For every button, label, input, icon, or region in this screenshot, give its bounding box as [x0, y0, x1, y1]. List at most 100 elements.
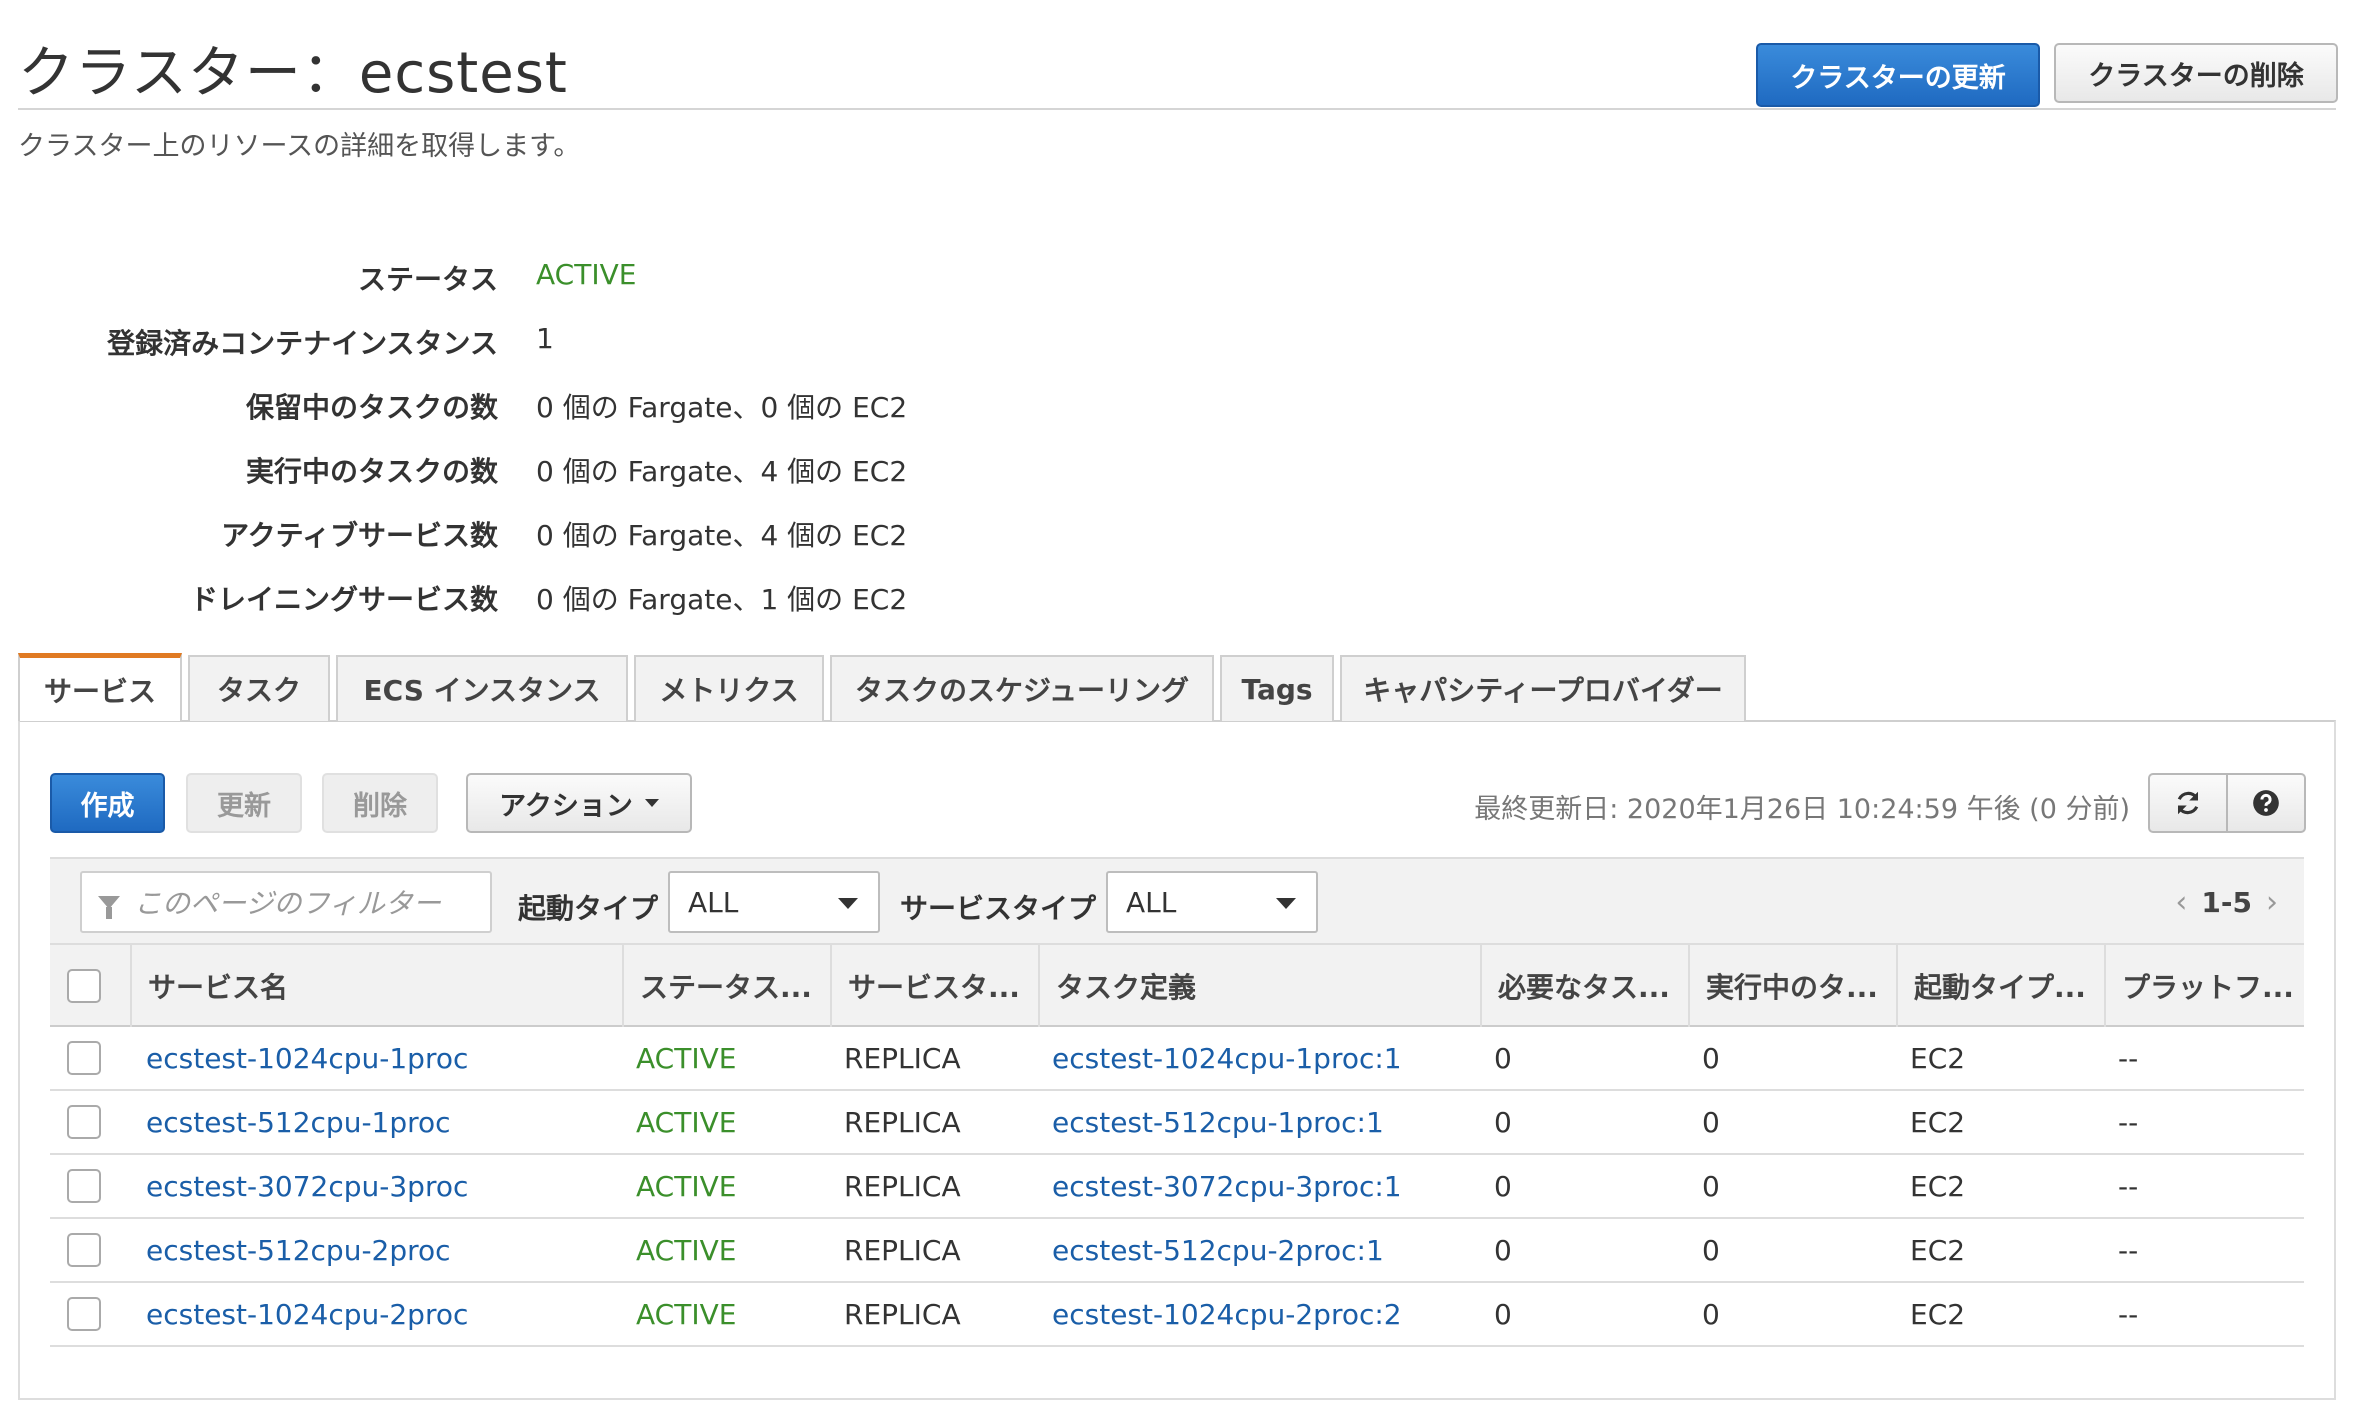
- service-name-link[interactable]: ecstest-512cpu-1proc: [146, 1091, 451, 1153]
- detail-row-instances: 登録済みコンテナインスタンス 1: [0, 322, 1200, 362]
- update-service-button[interactable]: 更新: [186, 773, 302, 833]
- running-tasks-cell: 0: [1702, 1233, 1720, 1267]
- dropdown-arrow-icon: [838, 898, 858, 909]
- filter-icon: [98, 895, 120, 919]
- detail-value: 0 個の Fargate、0 個の EC2: [536, 391, 908, 424]
- detail-row-running-tasks: 実行中のタスクの数 0 個の Fargate、4 個の EC2: [0, 450, 1200, 490]
- table-header: サービス名 ステータス... サービスタ... タスク定義 必要なタス... 実…: [50, 943, 2304, 1027]
- detail-row-pending-tasks: 保留中のタスクの数 0 個の Fargate、0 個の EC2: [0, 386, 1200, 426]
- service-type-cell: REPLICA: [844, 1169, 961, 1203]
- actions-label: アクション: [499, 790, 633, 822]
- column-header-service-name[interactable]: サービス名: [130, 945, 630, 1027]
- platform-cell: --: [2118, 1297, 2139, 1331]
- status-cell: ACTIVE: [636, 1105, 737, 1139]
- dropdown-arrow-icon: [1276, 898, 1296, 909]
- delete-cluster-button[interactable]: クラスターの削除: [2054, 43, 2338, 103]
- column-header-service-type[interactable]: サービスタ...: [830, 945, 1038, 1027]
- create-service-button[interactable]: 作成: [50, 773, 165, 833]
- row-checkbox[interactable]: [67, 1105, 101, 1139]
- task-definition-link[interactable]: ecstest-3072cpu-3proc:1: [1052, 1155, 1402, 1217]
- launch-type-select[interactable]: ALL: [668, 871, 880, 933]
- service-type-label: サービスタイプ: [900, 892, 1097, 925]
- detail-label: 保留中のタスクの数: [245, 391, 498, 424]
- service-name-link[interactable]: ecstest-3072cpu-3proc: [146, 1155, 468, 1217]
- tab-metrics[interactable]: メトリクス: [634, 655, 824, 721]
- title-divider: [18, 108, 2336, 110]
- task-definition-link[interactable]: ecstest-1024cpu-2proc:2: [1052, 1283, 1402, 1345]
- tab-services[interactable]: サービス: [18, 653, 182, 721]
- service-type-select[interactable]: ALL: [1106, 871, 1318, 933]
- service-name-link[interactable]: ecstest-1024cpu-2proc: [146, 1283, 468, 1345]
- task-definition-link[interactable]: ecstest-1024cpu-1proc:1: [1052, 1027, 1402, 1089]
- select-all-checkbox[interactable]: [67, 969, 101, 1003]
- last-updated-text: 最終更新日: 2020年1月26日 10:24:59 午後 (0 分前): [1474, 794, 2130, 825]
- page-subtitle: クラスター上のリソースの詳細を取得します。: [18, 131, 581, 162]
- row-checkbox[interactable]: [67, 1233, 101, 1267]
- table-row: ecstest-3072cpu-3proc ACTIVE REPLICA ecs…: [50, 1155, 2304, 1219]
- status-cell: ACTIVE: [636, 1169, 737, 1203]
- service-name-link[interactable]: ecstest-1024cpu-1proc: [146, 1027, 468, 1089]
- detail-label: ドレイニングサービス数: [189, 583, 498, 616]
- filter-placeholder: このページのフィルター: [134, 887, 441, 920]
- column-header-running-tasks[interactable]: 実行中のタ...: [1688, 945, 1896, 1027]
- caret-down-icon: [644, 799, 659, 807]
- service-name-link[interactable]: ecstest-512cpu-2proc: [146, 1219, 451, 1281]
- row-checkbox[interactable]: [67, 1041, 101, 1075]
- service-type-cell: REPLICA: [844, 1233, 961, 1267]
- chevron-right-icon[interactable]: ›: [2266, 885, 2278, 920]
- service-type-value: ALL: [1126, 885, 1177, 919]
- detail-label: アクティブサービス数: [221, 519, 498, 552]
- tab-capacity-providers[interactable]: キャパシティープロバイダー: [1340, 655, 1746, 721]
- tab-task-scheduling[interactable]: タスクのスケジューリング: [830, 655, 1214, 721]
- detail-row-active-services: アクティブサービス数 0 個の Fargate、4 個の EC2: [0, 514, 1200, 554]
- launch-type-value: ALL: [688, 885, 739, 919]
- tab-ecs-instances[interactable]: ECS インスタンス: [336, 655, 628, 721]
- column-header-launch-type[interactable]: 起動タイプ...: [1896, 945, 2104, 1027]
- chevron-left-icon[interactable]: ‹: [2175, 885, 2187, 920]
- column-header-status[interactable]: ステータス...: [622, 945, 830, 1027]
- detail-row-draining-services: ドレイニングサービス数 0 個の Fargate、1 個の EC2: [0, 578, 1200, 618]
- detail-value: 0 個の Fargate、4 個の EC2: [536, 519, 908, 552]
- tab-tasks[interactable]: タスク: [188, 655, 330, 721]
- status-cell: ACTIVE: [636, 1041, 737, 1075]
- reload-button[interactable]: [2148, 773, 2228, 833]
- detail-value: 1: [536, 322, 554, 355]
- status-cell: ACTIVE: [636, 1297, 737, 1331]
- filter-input[interactable]: このページのフィルター: [80, 871, 492, 933]
- filter-bar: このページのフィルター 起動タイプ ALL サービスタイプ ALL ‹ 1-5 …: [50, 857, 2304, 943]
- row-checkbox[interactable]: [67, 1297, 101, 1331]
- running-tasks-cell: 0: [1702, 1169, 1720, 1203]
- page-title: クラスター：ecstest: [18, 41, 568, 106]
- platform-cell: --: [2118, 1169, 2139, 1203]
- help-icon: [2253, 790, 2279, 816]
- service-type-cell: REPLICA: [844, 1297, 961, 1331]
- running-tasks-cell: 0: [1702, 1041, 1720, 1075]
- service-type-cell: REPLICA: [844, 1105, 961, 1139]
- detail-row-status: ステータス ACTIVE: [0, 258, 1200, 298]
- detail-label: 登録済みコンテナインスタンス: [107, 327, 498, 360]
- table-row: ecstest-1024cpu-1proc ACTIVE REPLICA ecs…: [50, 1027, 2304, 1091]
- launch-type-cell: EC2: [1910, 1041, 1966, 1075]
- column-header-desired-tasks[interactable]: 必要なタス...: [1480, 945, 1688, 1027]
- column-header-platform[interactable]: プラットフ...: [2104, 945, 2304, 1027]
- launch-type-cell: EC2: [1910, 1297, 1966, 1331]
- update-cluster-button[interactable]: クラスターの更新: [1756, 43, 2040, 107]
- launch-type-label: 起動タイプ: [518, 892, 659, 925]
- column-header-task-definition[interactable]: タスク定義: [1038, 945, 1480, 1027]
- detail-value: 0 個の Fargate、4 個の EC2: [536, 455, 908, 488]
- platform-cell: --: [2118, 1105, 2139, 1139]
- delete-service-button[interactable]: 削除: [322, 773, 438, 833]
- tab-tags[interactable]: Tags: [1220, 655, 1334, 721]
- row-checkbox[interactable]: [67, 1169, 101, 1203]
- launch-type-cell: EC2: [1910, 1105, 1966, 1139]
- desired-tasks-cell: 0: [1494, 1041, 1512, 1075]
- task-definition-link[interactable]: ecstest-512cpu-2proc:1: [1052, 1219, 1384, 1281]
- table-row: ecstest-512cpu-1proc ACTIVE REPLICA ecst…: [50, 1091, 2304, 1155]
- actions-dropdown[interactable]: アクション: [466, 773, 692, 833]
- table-row: ecstest-512cpu-2proc ACTIVE REPLICA ecst…: [50, 1219, 2304, 1283]
- pagination: ‹ 1-5 ›: [2175, 885, 2278, 920]
- refresh-icon: [2177, 791, 2199, 815]
- task-definition-link[interactable]: ecstest-512cpu-1proc:1: [1052, 1091, 1384, 1153]
- help-button[interactable]: [2226, 773, 2306, 833]
- cluster-status-value: ACTIVE: [536, 258, 637, 291]
